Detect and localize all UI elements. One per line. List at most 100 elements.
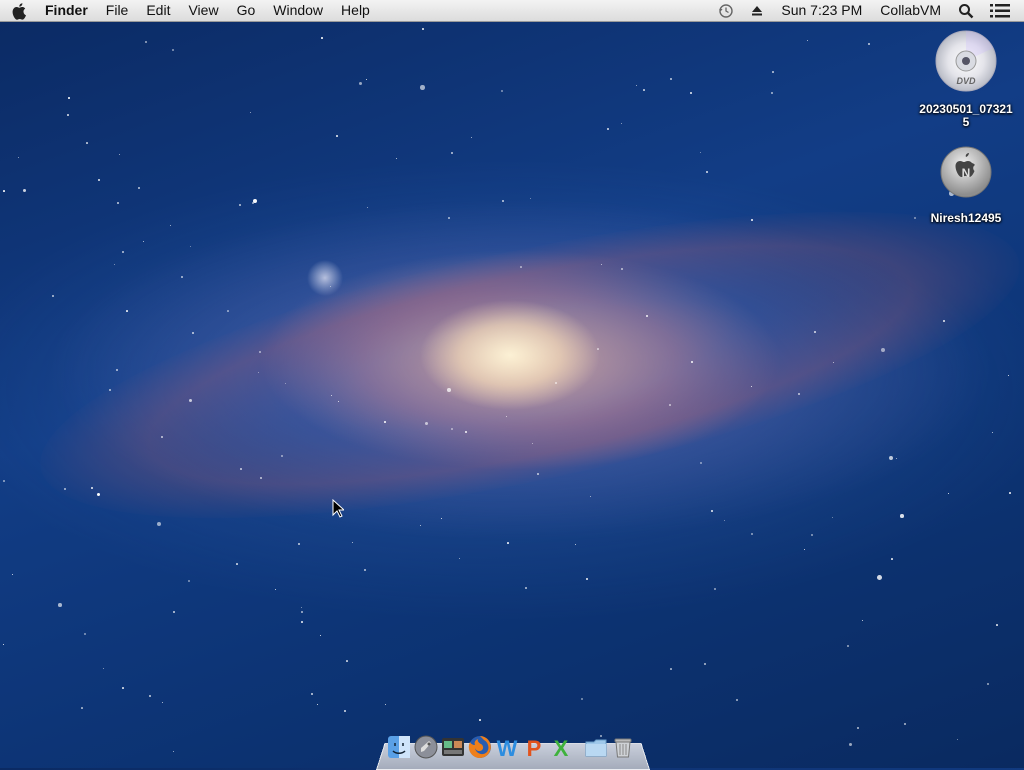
wallpaper-star [501,90,503,92]
menu-go[interactable]: Go [228,0,265,21]
wallpaper-star [188,580,191,583]
wallpaper-star [98,179,101,182]
wallpaper-star [670,668,672,670]
wallpaper-star [162,702,164,704]
wallpaper-star [862,620,864,622]
wallpaper-star [84,633,87,636]
wallpaper-star [700,462,703,465]
trash-icon[interactable] [610,734,636,760]
wallpaper-star [857,727,859,729]
wallpaper-star [58,603,62,607]
wallpaper-star [447,388,451,392]
documents-folder-icon[interactable] [583,734,609,760]
wallpaper-star [3,190,5,192]
photo-booth-icon[interactable] [440,734,466,760]
wallpaper-star [366,79,368,81]
firefox-icon[interactable] [467,734,493,760]
launchpad-icon[interactable] [413,734,439,760]
wallpaper-star [451,428,453,430]
wallpaper-star [52,295,55,298]
wallpaper-star [1008,375,1010,377]
wallpaper-star [259,351,261,353]
wallpaper-star [3,480,5,482]
wallpaper-star [190,246,192,248]
wallpaper-star [67,114,69,116]
wallpaper-star [122,687,124,689]
wallpaper-star [751,533,754,536]
wallpaper-star [330,286,332,288]
menu-help[interactable]: Help [332,0,379,21]
wallpaper-star [868,43,871,46]
wallpaper-star [122,251,124,253]
wallpaper-star [81,707,83,709]
notification-list-icon[interactable] [982,0,1024,21]
wallpaper-star [771,92,774,95]
wallpaper-star [537,473,539,475]
wallpaper-star [86,142,88,144]
wallpaper-star [97,493,100,496]
excel-icon[interactable]: X [548,734,574,760]
mouse-pointer-icon [332,499,344,518]
wallpaper-star [891,558,893,560]
desktop-disk-item[interactable]: N Niresh12495 [916,146,1016,225]
menu-bar: Finder File Edit View Go Window Help Sun… [0,0,1024,22]
spotlight-search-icon[interactable] [950,0,982,21]
wallpaper-star [451,152,454,155]
wallpaper-galaxy [17,148,1024,582]
menu-finder[interactable]: Finder [36,0,97,21]
wallpaper-star [877,575,882,580]
wallpaper-star [119,154,121,156]
wallpaper-star [384,421,386,423]
wallpaper-star [157,522,162,527]
finder-icon[interactable] [386,734,412,760]
time-machine-icon[interactable] [710,0,742,21]
wallpaper-star [670,78,673,81]
wallpaper-star [321,37,323,39]
wallpaper-star [502,200,505,203]
desktop-dvd-item[interactable]: DVD 20230501_073215 [916,30,1016,129]
wallpaper-star [145,41,147,43]
wallpaper-star [364,569,366,571]
menu-view[interactable]: View [179,0,227,21]
wallpaper-star [669,404,671,406]
powerpoint-icon[interactable]: P [521,734,547,760]
wallpaper-star [448,217,450,219]
menu-window[interactable]: Window [264,0,332,21]
wallpaper-star [479,719,481,721]
wallpaper-star [425,422,428,425]
wallpaper-star [590,496,592,498]
wallpaper-star [706,171,709,174]
wallpaper-star [138,187,140,189]
wallpaper-star [1009,492,1011,494]
menu-file[interactable]: File [97,0,138,21]
desktop-disk-label: Niresh12495 [930,211,1002,225]
wallpaper-star [736,699,739,702]
menu-edit[interactable]: Edit [137,0,179,21]
wallpaper-star [227,310,229,312]
wallpaper-star [690,92,692,94]
menu-clock[interactable]: Sun 7:23 PM [772,0,871,21]
wallpaper-star [23,189,27,193]
wallpaper-star [832,517,834,519]
wallpaper-star [847,645,849,647]
dvd-disc-icon: DVD [935,30,997,96]
wallpaper-star [714,588,716,590]
wallpaper-star [143,241,145,243]
wallpaper-star [173,751,175,753]
word-icon[interactable]: W [494,734,520,760]
apple-menu-icon[interactable] [12,2,30,20]
wallpaper-star [301,621,303,623]
wallpaper-star [367,207,369,209]
wallpaper-star [471,137,473,139]
wallpaper-star [987,683,990,686]
wallpaper-star [336,135,338,137]
wallpaper-star [253,199,258,204]
desktop-dvd-label: 20230501_073215 [919,102,1013,129]
menu-extras: Sun 7:23 PM CollabVM [710,0,1024,21]
wallpaper-star [992,432,994,434]
wallpaper-star [173,611,176,614]
wallpaper-star [117,202,119,204]
eject-icon[interactable] [742,0,772,21]
wallpaper-star [459,558,460,559]
menu-user[interactable]: CollabVM [871,0,950,21]
